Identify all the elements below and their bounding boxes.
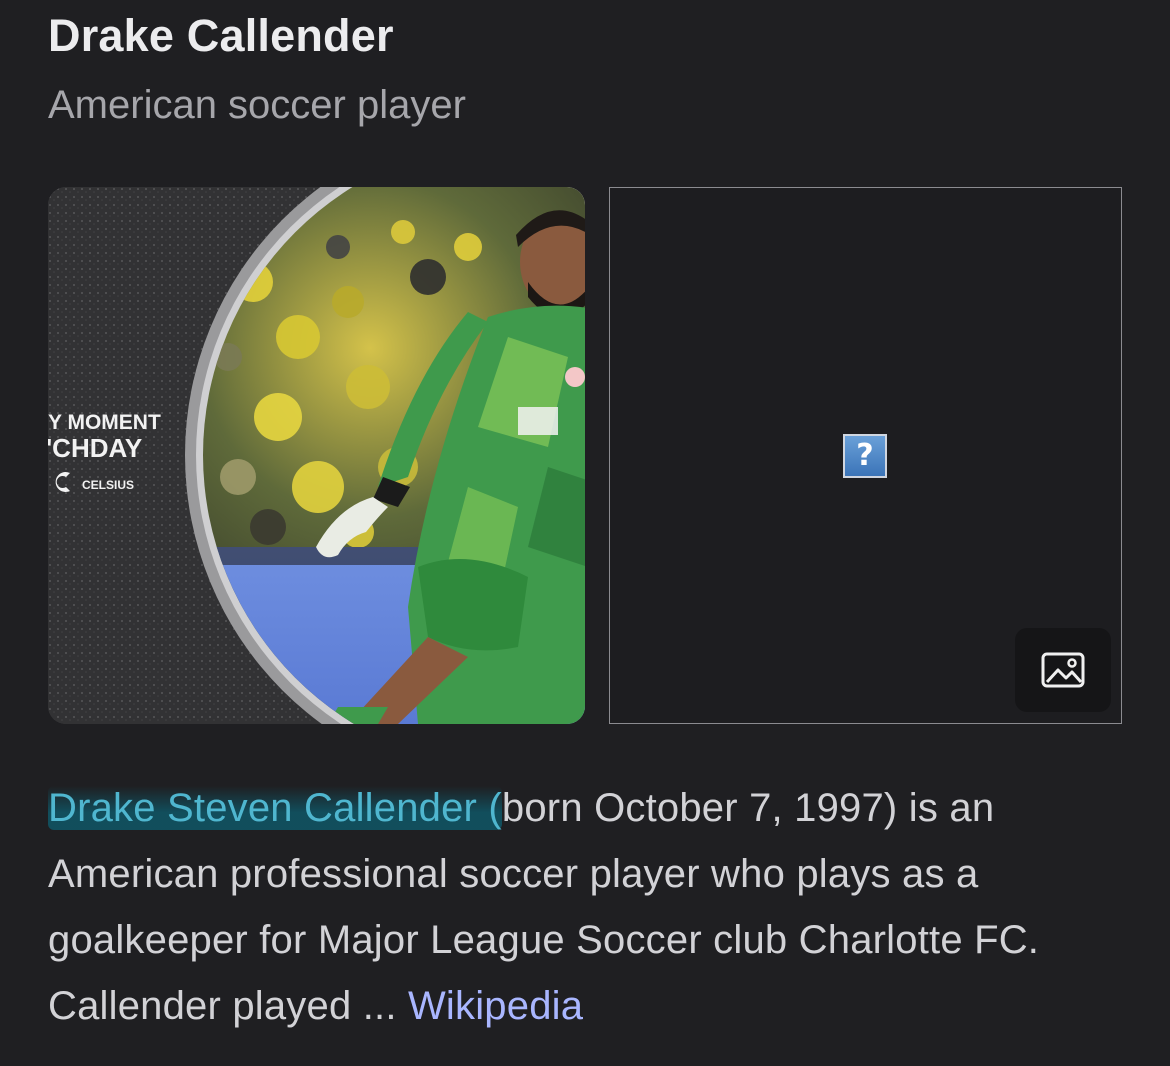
view-images-button[interactable] xyxy=(1015,628,1111,712)
wikipedia-link[interactable]: Wikipedia xyxy=(408,984,583,1028)
entity-subtitle: American soccer player xyxy=(48,83,466,127)
entity-description: Drake Steven Callender (born October 7, … xyxy=(48,775,1128,1039)
photo-overlay-brand: CELSIUS xyxy=(82,478,134,492)
image-icon xyxy=(1041,652,1085,688)
photo-overlay-line2: 'CHDAY xyxy=(48,433,142,463)
photo-overlay-line1: Y MOMENT xyxy=(48,411,161,434)
broken-image-icon: ? xyxy=(843,434,887,478)
player-photo-graphic: Y MOMENT 'CHDAY CELSIUS xyxy=(48,187,585,724)
secondary-image-placeholder[interactable]: ? xyxy=(609,187,1122,724)
player-photo[interactable]: Y MOMENT 'CHDAY CELSIUS xyxy=(48,187,585,724)
highlighted-name: Drake Steven Callender ( xyxy=(48,786,502,830)
knowledge-panel: Drake Callender American soccer player Y… xyxy=(0,0,1170,1066)
entity-title: Drake Callender xyxy=(48,10,394,61)
